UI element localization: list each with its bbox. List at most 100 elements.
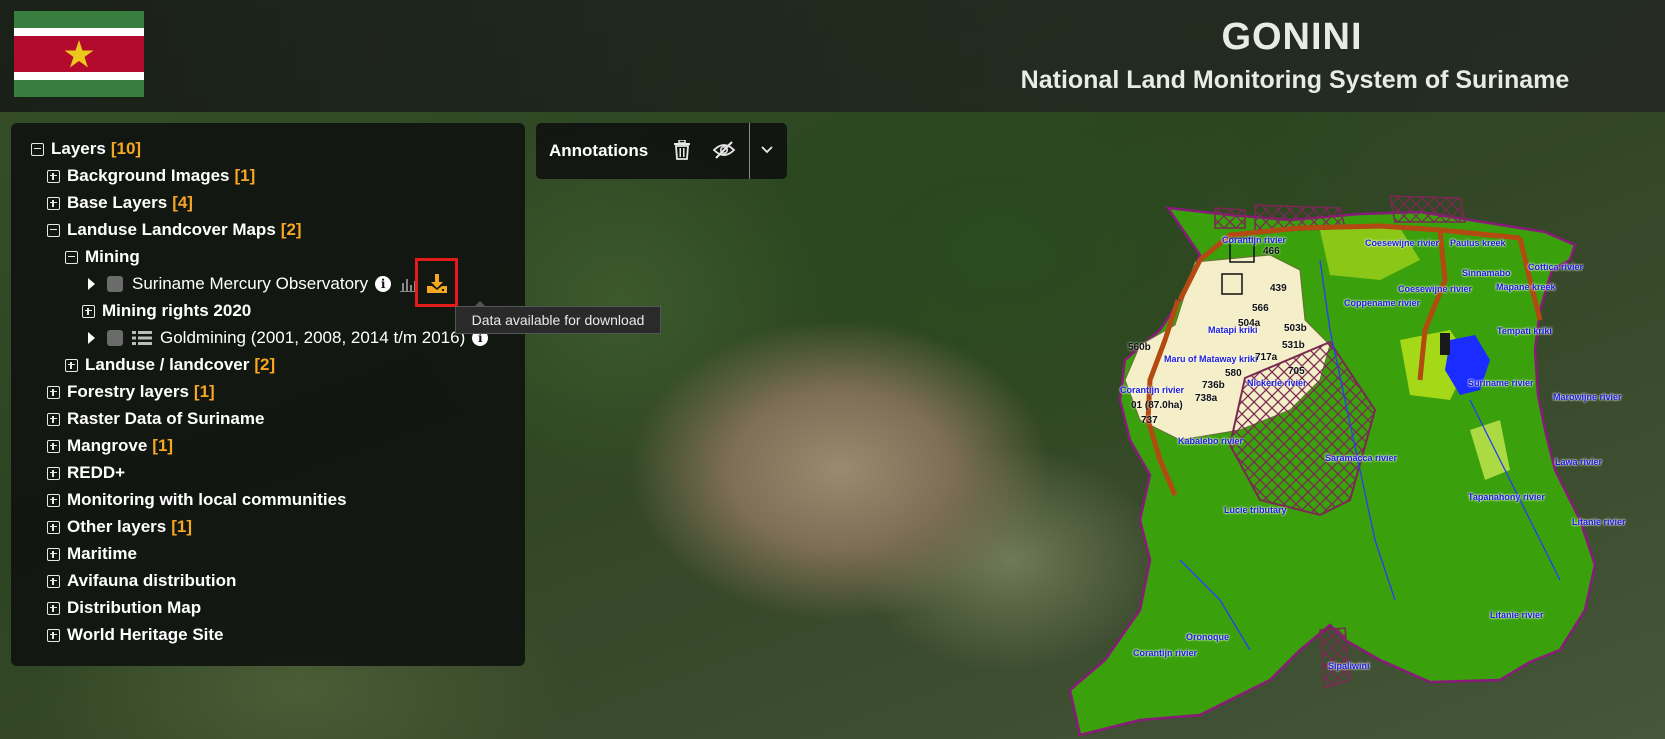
tree-node-avifauna[interactable]: Avifauna distribution bbox=[47, 570, 236, 592]
expand-icon[interactable] bbox=[47, 520, 60, 534]
tree-node-monitoring-local-communities[interactable]: Monitoring with local communities bbox=[47, 489, 347, 511]
map-label-river: Corantijn rivier bbox=[1120, 385, 1185, 395]
expand-icon[interactable] bbox=[47, 628, 60, 642]
tree-node-label: Mining rights 2020 bbox=[102, 301, 252, 320]
map-label-plot: 466 bbox=[1263, 246, 1280, 257]
annotations-label: Annotations bbox=[549, 141, 649, 160]
map-label-river: Coesewijne rivier bbox=[1365, 238, 1440, 248]
tree-node-label: Distribution Map bbox=[67, 598, 202, 617]
map-label-river: Suriname rivier bbox=[1468, 378, 1534, 388]
map-label-river: Coesewijne rivier bbox=[1398, 284, 1473, 294]
expand-icon[interactable] bbox=[47, 196, 60, 210]
expand-icon[interactable] bbox=[47, 601, 60, 615]
map-label-river: Mapane kreek bbox=[1496, 282, 1556, 292]
map-label-plot: 736b bbox=[1202, 380, 1225, 391]
trash-icon[interactable] bbox=[674, 140, 690, 160]
tree-node-mangrove[interactable]: Mangrove [1] bbox=[47, 435, 173, 457]
tree-node-mining-rights-2020[interactable]: Mining rights 2020 bbox=[82, 300, 251, 322]
layer-goldmining[interactable]: Goldmining (2001, 2008, 2014 t/m 2016) i bbox=[88, 327, 489, 349]
app-subtitle: National Land Monitoring System of Surin… bbox=[1020, 66, 1570, 94]
tree-node-distribution-map[interactable]: Distribution Map bbox=[47, 597, 201, 619]
tree-node-label: Raster Data of Suriname bbox=[67, 409, 265, 428]
map-label-plot: 01 (87.0ha) bbox=[1131, 400, 1183, 411]
tree-node-landuse-maps[interactable]: Landuse Landcover Maps [2] bbox=[47, 219, 302, 241]
expand-icon[interactable] bbox=[65, 358, 78, 372]
map-label-river: Litanie rivier bbox=[1572, 517, 1626, 527]
expand-icon[interactable] bbox=[47, 439, 60, 453]
expand-icon[interactable] bbox=[47, 412, 60, 426]
tree-node-label: Landuse Landcover Maps bbox=[67, 220, 276, 239]
expand-icon[interactable] bbox=[47, 574, 60, 588]
tree-node-label: Avifauna distribution bbox=[67, 571, 237, 590]
tree-node-background-images[interactable]: Background Images [1] bbox=[47, 165, 255, 187]
annotations-toolbar: Annotations bbox=[536, 123, 787, 179]
tree-node-label: Mining bbox=[85, 247, 140, 266]
map-label-river: Tempati kriki bbox=[1497, 326, 1552, 336]
layer-count: [2] bbox=[280, 220, 302, 239]
tree-node-label: World Heritage Site bbox=[67, 625, 224, 644]
layer-count: [1] bbox=[234, 166, 256, 185]
tree-node-raster-data[interactable]: Raster Data of Suriname bbox=[47, 408, 264, 430]
expand-icon[interactable] bbox=[47, 385, 60, 399]
map-label-river: Kabalebo rivier bbox=[1178, 436, 1244, 446]
tree-node-label: Base Layers bbox=[67, 193, 168, 212]
download-icon[interactable] bbox=[426, 272, 448, 294]
expand-icon[interactable] bbox=[47, 547, 60, 561]
layer-count: [1] bbox=[152, 436, 174, 455]
expand-icon[interactable] bbox=[82, 304, 95, 318]
tree-node-label: Monitoring with local communities bbox=[67, 490, 347, 509]
list-icon[interactable] bbox=[132, 330, 152, 346]
map-label-river: Lucie tributary bbox=[1224, 505, 1287, 515]
map-label-plot: 566 bbox=[1252, 303, 1269, 314]
info-icon[interactable]: i bbox=[375, 276, 392, 292]
layer-panel: Layers [10] Background Images [1] Base L… bbox=[11, 123, 525, 666]
layer-count: [2] bbox=[254, 355, 276, 374]
tree-node-other-layers[interactable]: Other layers [1] bbox=[47, 516, 192, 538]
expand-icon[interactable] bbox=[47, 493, 60, 507]
map-label-river: Corantijn rivier bbox=[1133, 648, 1198, 658]
tree-node-world-heritage[interactable]: World Heritage Site bbox=[47, 624, 224, 646]
map-label-river: Sinnamabo bbox=[1462, 268, 1511, 278]
app-header: GONINI National Land Monitoring System o… bbox=[0, 0, 1665, 112]
map-label-river: Coppename rivier bbox=[1344, 298, 1421, 308]
tree-node-label: Mangrove bbox=[67, 436, 148, 455]
tree-node-redd[interactable]: REDD+ bbox=[47, 462, 125, 484]
expand-icon[interactable] bbox=[47, 169, 60, 183]
tree-node-label: REDD+ bbox=[67, 463, 126, 482]
tree-node-base-layers[interactable]: Base Layers [4] bbox=[47, 192, 193, 214]
map-label-plot: 717a bbox=[1255, 352, 1278, 363]
toolbar-divider bbox=[749, 123, 750, 179]
tree-node-layers[interactable]: Layers [10] bbox=[31, 138, 141, 160]
suriname-flag-logo bbox=[14, 11, 144, 97]
caret-right-icon[interactable] bbox=[88, 278, 95, 290]
map-label-plot: 560b bbox=[1128, 342, 1151, 353]
map-label-river: Nickerie rivier bbox=[1247, 378, 1307, 388]
map-label-river: Sipaliwini bbox=[1328, 661, 1370, 671]
layer-count: [10] bbox=[110, 139, 142, 158]
map-label-plot: 531b bbox=[1282, 340, 1305, 351]
tree-node-maritime[interactable]: Maritime bbox=[47, 543, 137, 565]
tree-node-label: Maritime bbox=[67, 544, 137, 563]
collapse-icon[interactable] bbox=[31, 142, 44, 156]
expand-icon[interactable] bbox=[47, 466, 60, 480]
tree-node-label: Layers bbox=[51, 139, 106, 158]
tree-node-landuse-landcover[interactable]: Landuse / landcover [2] bbox=[65, 354, 275, 376]
map-label-river: Paulus kreek bbox=[1450, 238, 1506, 248]
app-title: GONINI bbox=[1221, 16, 1363, 58]
map-label-river: Corantijn rivier bbox=[1222, 235, 1287, 245]
map-label-river: Tapanahony rivier bbox=[1468, 492, 1545, 502]
map-label-river: Marowijne rivier bbox=[1553, 392, 1622, 402]
collapse-icon[interactable] bbox=[65, 250, 78, 264]
map-label-plot: 439 bbox=[1270, 283, 1287, 294]
layer-count: [1] bbox=[193, 382, 215, 401]
eye-slash-icon[interactable] bbox=[712, 140, 736, 160]
chevron-down-icon[interactable] bbox=[760, 144, 774, 156]
tree-node-forestry[interactable]: Forestry layers [1] bbox=[47, 381, 215, 403]
collapse-icon[interactable] bbox=[47, 223, 60, 237]
tree-node-mining[interactable]: Mining bbox=[65, 246, 140, 268]
map-label-river: Saramacca rivier bbox=[1325, 453, 1398, 463]
layer-suriname-mercury-observatory[interactable]: Suriname Mercury Observatory i bbox=[88, 273, 392, 295]
caret-right-icon[interactable] bbox=[88, 332, 95, 344]
layer-checkbox[interactable] bbox=[107, 330, 123, 346]
layer-checkbox[interactable] bbox=[107, 276, 123, 292]
